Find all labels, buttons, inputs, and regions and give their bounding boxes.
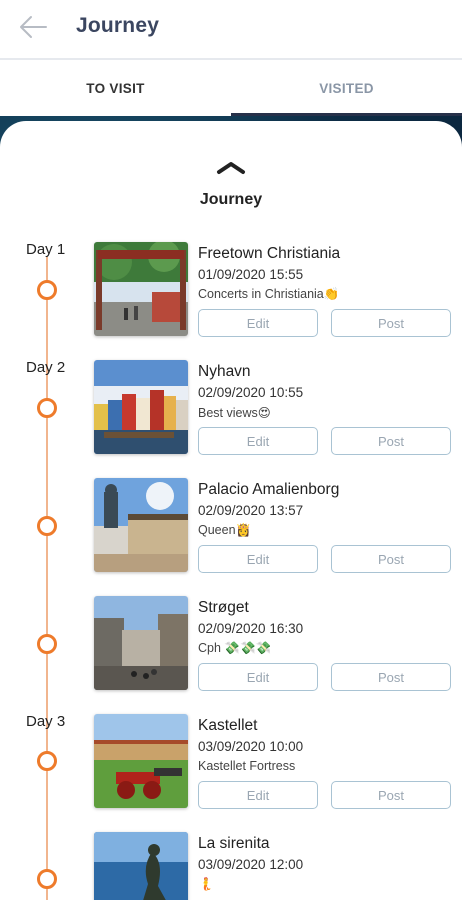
post-button[interactable]: Post [331,663,451,691]
mermaid-emoji-icon: 🧜 [198,877,214,891]
place-photo[interactable] [94,714,188,808]
place-datetime: 01/09/2020 15:55 [198,267,304,282]
emoji-icon: 👏 [323,287,340,301]
place-photo[interactable] [94,242,188,336]
sheet-title: Journey [199,191,263,208]
place-photo[interactable] [94,360,188,454]
place-name: Freetown Christiania [198,245,341,262]
money-emoji-icon: 💸💸💸 [224,641,272,655]
edit-button[interactable]: Edit [198,663,318,691]
place-name: La sirenita [198,835,270,852]
day-label: Day 2 [26,359,66,376]
place-note: 🧜 [198,877,214,892]
chevron-up-icon [217,162,245,174]
post-button[interactable]: Post [331,309,451,337]
place-note: Best views😍 [198,406,271,420]
post-button[interactable]: Post [331,427,451,455]
place-photo[interactable] [94,596,188,690]
place-datetime: 03/09/2020 10:00 [198,739,304,754]
post-button[interactable]: Post [331,545,451,573]
timeline-dot [37,751,57,771]
app-header: Journey [0,0,462,56]
day-label: Day 1 [26,241,66,258]
place-photo[interactable] [94,832,188,900]
tab-to-visit[interactable]: TO VISIT [0,60,231,116]
edit-button[interactable]: Edit [198,781,318,809]
place-name: Palacio Amalienborg [198,481,340,498]
journey-entry: Strøget 02/09/2020 16:30 Cph 💸💸💸 Edit Po… [94,596,454,692]
edit-button[interactable]: Edit [198,309,318,337]
place-note: Cph 💸💸💸 [198,641,272,655]
place-name: Strøget [198,599,249,616]
timeline-dot [37,280,57,300]
back-button[interactable] [16,12,50,42]
place-note: Concerts in Christiania👏 [198,287,340,301]
place-note: Kastellet Fortress [198,759,296,773]
timeline-dot [37,398,57,418]
place-photo[interactable] [94,478,188,572]
post-button[interactable]: Post [331,781,451,809]
journey-entry: Freetown Christiania 01/09/2020 15:55 Co… [94,242,454,338]
timeline-dot [37,516,57,536]
journey-entry: Kastellet 03/09/2020 10:00 Kastellet For… [94,714,454,810]
emoji-icon: 😍 [257,406,271,420]
arrow-left-icon [20,16,47,38]
sheet-handle[interactable] [213,159,249,177]
place-name: Kastellet [198,717,258,734]
edit-button[interactable]: Edit [198,545,318,573]
place-datetime: 02/09/2020 16:30 [198,621,304,636]
edit-button[interactable]: Edit [198,427,318,455]
timeline-dot [37,634,57,654]
journey-entry: Nyhavn 02/09/2020 10:55 Best views😍 Edit… [94,360,454,456]
emoji-icon: 👸 [235,523,252,537]
journey-entry: Palacio Amalienborg 02/09/2020 13:57 Que… [94,478,454,574]
place-note: Queen👸 [198,523,252,537]
timeline-line [46,257,48,900]
place-datetime: 02/09/2020 13:57 [198,503,304,518]
day-label: Day 3 [26,713,66,730]
tab-bar: TO VISIT VISITED [0,58,462,116]
page-title: Journey [76,14,160,37]
journey-entry: La sirenita 03/09/2020 12:00 🧜 [94,832,454,900]
timeline-dot [37,869,57,889]
place-name: Nyhavn [198,363,251,380]
place-datetime: 03/09/2020 12:00 [198,857,304,872]
place-datetime: 02/09/2020 10:55 [198,385,304,400]
tab-visited[interactable]: VISITED [231,60,462,116]
